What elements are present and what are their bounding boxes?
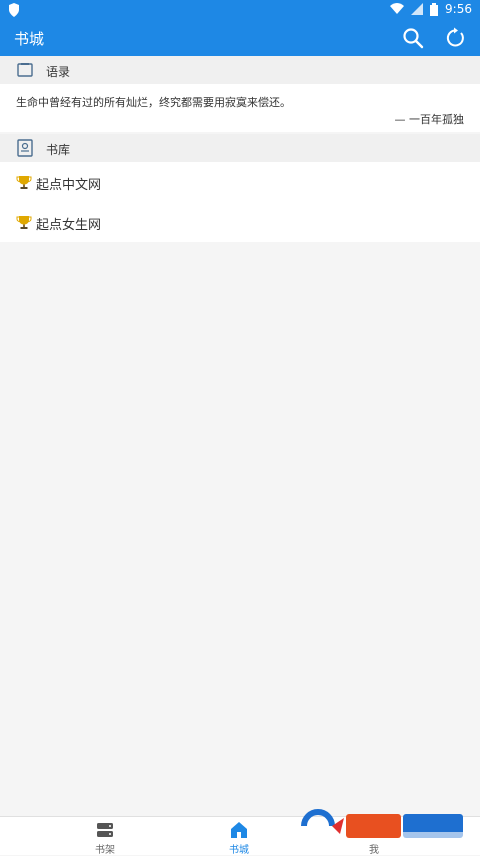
search-button[interactable] <box>402 27 424 49</box>
list-item-label: 起点中文网 <box>36 178 102 193</box>
app-bar: 书城 <box>0 20 480 56</box>
tab-bookstore[interactable]: 书城 <box>199 821 279 856</box>
app-bar-actions <box>402 27 466 49</box>
signal-icon <box>411 3 424 15</box>
wifi-icon <box>390 3 405 14</box>
quote-author: — 一百年孤独 <box>394 113 465 126</box>
quote-card[interactable]: 生命中曾经有过的所有灿烂，终究都需要用寂寞来偿还。 — 一百年孤独 <box>0 84 480 132</box>
trophy-icon <box>16 174 32 190</box>
shield-icon <box>9 3 19 17</box>
bookshelf-icon <box>96 821 114 839</box>
list-item-qidian-female[interactable]: 起点女生网 <box>0 202 480 242</box>
library-icon <box>16 139 34 157</box>
refresh-icon <box>446 27 464 47</box>
battery-icon <box>430 2 439 16</box>
status-time: 9:56 <box>445 2 472 16</box>
library-section-header: 书库 <box>0 134 480 162</box>
trophy-icon <box>16 214 32 230</box>
list-item-qidian-chinese[interactable]: 起点中文网 <box>0 162 480 202</box>
quotes-section-header: 语录 <box>0 56 480 84</box>
library-list: 起点中文网 起点女生网 <box>0 162 480 242</box>
list-item-label: 起点女生网 <box>36 218 102 233</box>
watermark-logo <box>301 809 463 840</box>
page-title: 书城 <box>14 30 45 48</box>
refresh-button[interactable] <box>444 27 466 49</box>
library-section-title: 书库 <box>46 143 71 157</box>
search-icon <box>403 28 424 49</box>
status-right: 9:56 <box>390 2 472 16</box>
quotes-section-title: 语录 <box>46 65 71 79</box>
home-icon <box>230 821 248 839</box>
quote-icon <box>16 61 34 79</box>
status-bar: 9:56 <box>0 0 480 20</box>
quote-text: 生命中曾经有过的所有灿烂，终究都需要用寂寞来偿还。 <box>16 96 291 109</box>
status-left <box>8 3 20 20</box>
tab-bookshelf[interactable]: 书架 <box>65 821 145 856</box>
